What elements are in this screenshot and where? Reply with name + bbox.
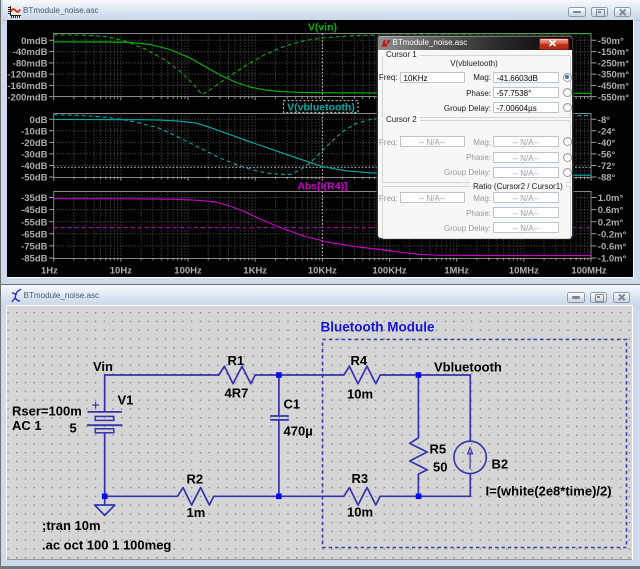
svg-text:-20dB: -20dB xyxy=(21,138,48,149)
svg-text:10MHz: 10MHz xyxy=(509,266,539,277)
svg-text:-250m°: -250m° xyxy=(598,58,629,69)
svg-text:-200mdB: -200mdB xyxy=(7,92,47,103)
svg-text:R4: R4 xyxy=(351,353,368,368)
svg-text:50: 50 xyxy=(433,460,447,475)
svg-text:-56°: -56° xyxy=(598,149,616,160)
svg-text:-50dB: -50dB xyxy=(21,173,48,184)
svg-text:1.0m°: 1.0m° xyxy=(598,193,624,204)
svg-text:;tran 10m: ;tran 10m xyxy=(42,518,101,533)
svg-text:-8°: -8° xyxy=(598,115,610,126)
svg-text:0dB: 0dB xyxy=(30,115,48,126)
svg-text:-550m°: -550m° xyxy=(598,92,629,103)
svg-text:100MHz: 100MHz xyxy=(571,266,607,277)
svg-text:-40dB: -40dB xyxy=(21,161,48,172)
svg-text:-80mdB: -80mdB xyxy=(13,58,48,69)
svg-text:C1: C1 xyxy=(284,397,301,412)
svg-text:-0.2m°: -0.2m° xyxy=(598,229,627,240)
svg-text:Rser=100m: Rser=100m xyxy=(12,403,82,418)
svg-text:V1: V1 xyxy=(118,393,134,408)
svg-text:Vbluetooth: Vbluetooth xyxy=(434,360,502,375)
svg-text:V(vbluetooth): V(vbluetooth) xyxy=(287,102,355,114)
svg-text:-150m°: -150m° xyxy=(598,47,629,58)
svg-text:-30dB: -30dB xyxy=(21,149,48,160)
svg-text:1Hz: 1Hz xyxy=(41,266,58,277)
svg-text:-35dB: -35dB xyxy=(21,193,48,204)
svg-text:4R7: 4R7 xyxy=(225,385,249,400)
svg-text:0.6m°: 0.6m° xyxy=(598,205,624,216)
svg-text:-350m°: -350m° xyxy=(598,70,629,81)
svg-text:5: 5 xyxy=(70,421,77,436)
svg-text:-450m°: -450m° xyxy=(598,81,629,92)
svg-text:-85dB: -85dB xyxy=(21,254,48,265)
svg-text:AC 1: AC 1 xyxy=(12,418,42,433)
svg-text:1m: 1m xyxy=(187,505,206,520)
svg-text:.ac oct 100 1 100meg: .ac oct 100 1 100meg xyxy=(42,537,171,552)
svg-text:V(vin): V(vin) xyxy=(308,21,337,33)
svg-text:1KHz: 1KHz xyxy=(243,266,267,277)
svg-text:-55dB: -55dB xyxy=(21,217,48,228)
svg-text:-10dB: -10dB xyxy=(21,126,48,137)
svg-text:R2: R2 xyxy=(187,472,204,487)
svg-text:0.2m°: 0.2m° xyxy=(598,217,624,228)
svg-text:-120mdB: -120mdB xyxy=(7,70,47,81)
svg-text:B2: B2 xyxy=(492,456,509,471)
svg-text:1MHz: 1MHz xyxy=(444,266,469,277)
svg-text:Abs[I(R4)]: Abs[I(R4)] xyxy=(297,180,347,192)
svg-text:10m: 10m xyxy=(347,505,373,520)
svg-text:Bluetooth Module: Bluetooth Module xyxy=(321,320,435,335)
svg-text:10Hz: 10Hz xyxy=(110,266,132,277)
svg-text:0mdB: 0mdB xyxy=(21,36,48,47)
svg-text:-65dB: -65dB xyxy=(21,229,48,240)
svg-text:-40mdB: -40mdB xyxy=(13,47,48,58)
svg-text:-0.6m°: -0.6m° xyxy=(598,242,627,253)
svg-text:R1: R1 xyxy=(228,353,245,368)
svg-text:470µ: 470µ xyxy=(284,423,313,438)
svg-text:-88°: -88° xyxy=(598,173,616,184)
svg-text:-160mdB: -160mdB xyxy=(7,81,47,92)
svg-text:10m: 10m xyxy=(347,387,373,402)
svg-text:-75dB: -75dB xyxy=(21,242,48,253)
svg-text:R5: R5 xyxy=(430,442,447,457)
svg-text:-40°: -40° xyxy=(598,138,616,149)
svg-text:I=(white(2e8*time)/2): I=(white(2e8*time)/2) xyxy=(486,483,612,498)
svg-text:100KHz: 100KHz xyxy=(372,266,407,277)
svg-text:10KHz: 10KHz xyxy=(308,266,337,277)
svg-text:R3: R3 xyxy=(352,471,369,486)
svg-text:100Hz: 100Hz xyxy=(174,266,202,277)
svg-text:-1.0m°: -1.0m° xyxy=(598,254,627,265)
svg-text:-50m°: -50m° xyxy=(598,36,624,47)
svg-text:Vin: Vin xyxy=(93,359,113,374)
svg-text:-24°: -24° xyxy=(598,126,616,137)
svg-text:-72°: -72° xyxy=(598,161,616,172)
svg-text:-45dB: -45dB xyxy=(21,205,48,216)
